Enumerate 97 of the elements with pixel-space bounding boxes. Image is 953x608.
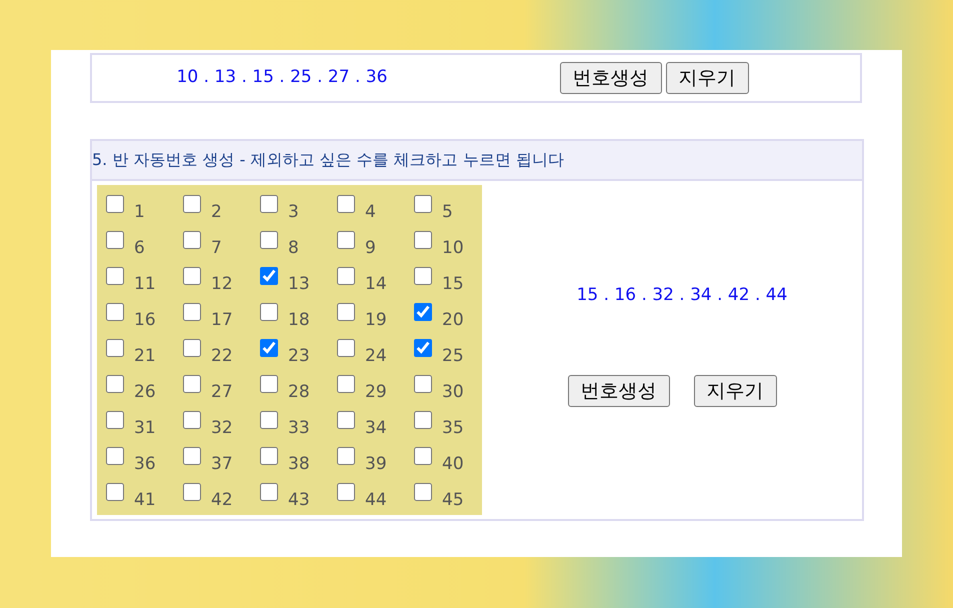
number-label: 45 (442, 489, 464, 512)
number-label: 25 (442, 345, 464, 368)
number-label: 40 (442, 453, 464, 476)
number-label: 33 (288, 417, 310, 440)
number-label: 21 (134, 345, 156, 368)
number-label: 30 (442, 381, 464, 404)
number-label: 11 (134, 273, 156, 296)
generate-button[interactable]: 번호생성 (568, 374, 670, 408)
number-label: 1 (134, 201, 145, 224)
number-label: 41 (134, 489, 156, 512)
number-checkbox[interactable] (106, 483, 124, 501)
generate-button[interactable]: 번호생성 (560, 62, 662, 94)
number-checkbox[interactable] (183, 411, 201, 429)
number-checkbox[interactable] (106, 411, 124, 429)
number-label: 3 (288, 201, 299, 224)
number-checkbox[interactable] (414, 231, 432, 249)
number-checkbox[interactable] (337, 447, 355, 465)
number-label: 34 (365, 417, 387, 440)
number-checkbox[interactable] (183, 231, 201, 249)
number-checkbox[interactable] (337, 195, 355, 213)
number-label: 42 (211, 489, 233, 512)
number-checkbox[interactable] (414, 375, 432, 393)
number-label: 20 (442, 309, 464, 332)
number-label: 16 (134, 309, 156, 332)
number-label: 31 (134, 417, 156, 440)
number-label: 43 (288, 489, 310, 512)
number-checkbox[interactable] (183, 483, 201, 501)
number-checkbox[interactable] (183, 339, 201, 357)
number-label: 14 (365, 273, 387, 296)
number-label: 35 (442, 417, 464, 440)
number-label: 22 (211, 345, 233, 368)
number-checkbox[interactable] (260, 447, 278, 465)
number-label: 19 (365, 309, 387, 332)
number-checkbox[interactable] (414, 339, 432, 357)
number-label: 39 (365, 453, 387, 476)
number-checkbox[interactable] (183, 447, 201, 465)
number-checkbox[interactable] (260, 339, 278, 357)
number-checkbox[interactable] (183, 303, 201, 321)
number-label: 2 (211, 201, 222, 224)
number-label: 38 (288, 453, 310, 476)
number-checkbox[interactable] (106, 231, 124, 249)
number-checkbox[interactable] (106, 447, 124, 465)
number-label: 32 (211, 417, 233, 440)
generated-numbers: 10 . 13 . 15 . 25 . 27 . 36 (176, 67, 388, 88)
number-label: 24 (365, 345, 387, 368)
number-label: 17 (211, 309, 233, 332)
number-checkbox[interactable] (260, 411, 278, 429)
number-checkbox[interactable] (183, 375, 201, 393)
number-checkbox[interactable] (260, 267, 278, 285)
number-checkbox[interactable] (106, 339, 124, 357)
number-label: 36 (134, 453, 156, 476)
number-checkbox[interactable] (106, 375, 124, 393)
number-label: 29 (365, 381, 387, 404)
number-checkbox[interactable] (414, 411, 432, 429)
number-label: 12 (211, 273, 233, 296)
number-checkbox[interactable] (106, 303, 124, 321)
number-label: 13 (288, 273, 310, 296)
number-label: 44 (365, 489, 387, 512)
number-checkbox[interactable] (106, 195, 124, 213)
number-label: 23 (288, 345, 310, 368)
number-label: 27 (211, 381, 233, 404)
number-label: 8 (288, 237, 299, 260)
number-checkbox[interactable] (183, 195, 201, 213)
number-checkbox[interactable] (337, 339, 355, 357)
number-checkbox[interactable] (414, 303, 432, 321)
number-checkbox[interactable] (337, 375, 355, 393)
number-checkbox[interactable] (260, 375, 278, 393)
number-label: 9 (365, 237, 376, 260)
number-checkbox[interactable] (183, 267, 201, 285)
number-label: 26 (134, 381, 156, 404)
number-label: 6 (134, 237, 145, 260)
clear-button[interactable]: 지우기 (666, 62, 748, 94)
number-checkbox[interactable] (414, 447, 432, 465)
number-checkbox[interactable] (106, 267, 124, 285)
number-checkbox[interactable] (337, 267, 355, 285)
section-title: 5. 반 자동번호 생성 - 제외하고 싶은 수를 체크하고 누르면 됩니다 (92, 141, 862, 181)
number-checkbox[interactable] (414, 267, 432, 285)
number-label: 7 (211, 237, 222, 260)
number-label: 10 (442, 237, 464, 260)
number-label: 15 (442, 273, 464, 296)
generated-numbers: 15 . 16 . 32 . 34 . 42 . 44 (576, 284, 788, 307)
number-checkbox[interactable] (337, 231, 355, 249)
number-label: 18 (288, 309, 310, 332)
number-checkbox[interactable] (337, 411, 355, 429)
number-checkbox[interactable] (260, 483, 278, 501)
number-checkbox[interactable] (337, 483, 355, 501)
number-checkbox[interactable] (414, 483, 432, 501)
number-checkbox[interactable] (260, 303, 278, 321)
number-checkbox[interactable] (260, 231, 278, 249)
number-checkbox[interactable] (337, 303, 355, 321)
number-label: 4 (365, 201, 376, 224)
number-label: 28 (288, 381, 310, 404)
number-label: 5 (442, 201, 453, 224)
number-checkbox[interactable] (260, 195, 278, 213)
clear-button[interactable]: 지우기 (694, 374, 776, 408)
number-checkbox[interactable] (414, 195, 432, 213)
number-label: 37 (211, 453, 233, 476)
